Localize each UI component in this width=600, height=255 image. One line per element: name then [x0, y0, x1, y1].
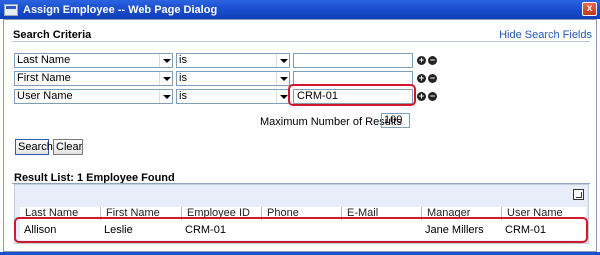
chevron-down-icon[interactable]: [276, 72, 289, 85]
remove-criteria-icon[interactable]: −: [428, 74, 437, 83]
field-select[interactable]: First Name: [14, 71, 173, 86]
highlight-annotation: [14, 217, 588, 243]
search-button[interactable]: Search: [15, 139, 53, 155]
export-icon[interactable]: [573, 189, 584, 200]
hide-search-fields-link[interactable]: Hide Search Fields: [499, 29, 592, 41]
window-app-icon: [4, 3, 18, 16]
remove-criteria-icon[interactable]: −: [428, 92, 437, 101]
window-title: Assign Employee -- Web Page Dialog: [23, 3, 218, 16]
chevron-down-icon[interactable]: [159, 54, 172, 67]
operator-select-value: is: [179, 90, 187, 102]
add-criteria-icon[interactable]: +: [417, 92, 426, 101]
highlight-annotation: [288, 84, 416, 106]
chevron-down-icon[interactable]: [159, 90, 172, 103]
chevron-down-icon[interactable]: [159, 72, 172, 85]
search-criteria-header: Search Criteria Hide Search Fields: [4, 26, 596, 42]
operator-select-value: is: [179, 72, 187, 84]
operator-select[interactable]: is: [176, 71, 290, 86]
clear-button[interactable]: Clear: [53, 139, 83, 155]
divider: [12, 41, 590, 42]
close-button[interactable]: x: [582, 2, 597, 16]
field-select-value: Last Name: [17, 54, 71, 66]
operator-select[interactable]: is: [176, 89, 290, 104]
window-titlebar: Assign Employee -- Web Page Dialog x: [0, 0, 600, 19]
operator-select-value: is: [179, 54, 187, 66]
criteria-value-input[interactable]: [293, 53, 413, 68]
search-criteria-title: Search Criteria: [13, 29, 92, 41]
dialog-body: Search Criteria Hide Search Fields Last …: [3, 19, 597, 252]
remove-criteria-icon[interactable]: −: [428, 56, 437, 65]
field-select[interactable]: User Name: [14, 89, 173, 104]
operator-select[interactable]: is: [176, 53, 290, 68]
max-results-input[interactable]: 100: [381, 113, 410, 128]
add-criteria-icon[interactable]: +: [417, 74, 426, 83]
add-criteria-icon[interactable]: +: [417, 56, 426, 65]
chevron-down-icon[interactable]: [276, 54, 289, 67]
field-select-value: First Name: [17, 72, 71, 84]
field-select-value: User Name: [17, 90, 73, 102]
field-select[interactable]: Last Name: [14, 53, 173, 68]
